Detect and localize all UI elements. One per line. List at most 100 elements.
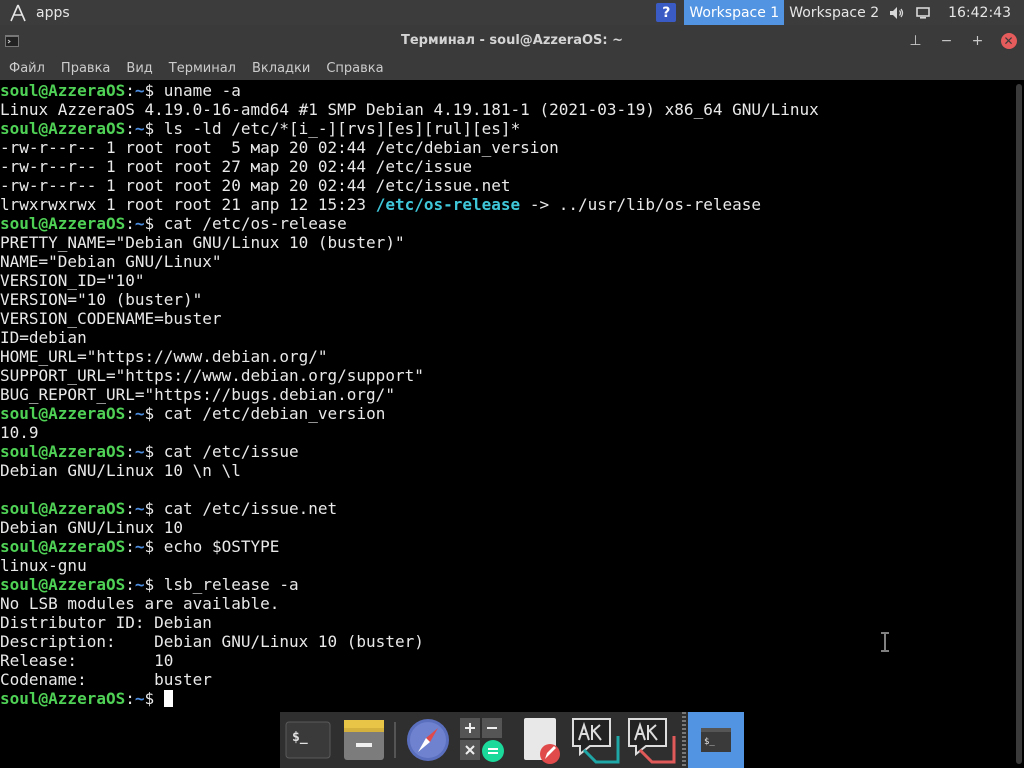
terminal-output-line: -rw-r--r-- 1 root root 5 мар 20 02:44 /e… — [0, 138, 1014, 157]
display-icon[interactable] — [910, 0, 936, 25]
output-text: linux-gnu — [0, 556, 87, 575]
prompt-path: ~ — [134, 404, 145, 423]
terminal-output-line: BUG_REPORT_URL="https://bugs.debian.org/… — [0, 385, 1014, 404]
prompt-symbol: $ — [144, 575, 164, 594]
file-manager-icon[interactable] — [340, 716, 388, 768]
prompt-separator: : — [125, 81, 135, 100]
terminal-output-line: lrwxrwxrwx 1 root root 21 апр 12 15:23 /… — [0, 195, 1014, 214]
dock-handle[interactable] — [682, 712, 686, 768]
output-text: ID=debian — [0, 328, 87, 347]
text-editor-icon[interactable] — [518, 716, 566, 768]
web-browser-icon[interactable] — [404, 716, 452, 768]
menu-edit[interactable]: Правка — [61, 61, 110, 76]
menu-terminal[interactable]: Терминал — [169, 61, 236, 76]
terminal-scrollbar[interactable] — [1014, 80, 1024, 768]
output-text: -rw-r--r-- 1 root root 27 мар 20 02:44 /… — [0, 157, 473, 176]
dock: $_ $_ — [280, 712, 744, 768]
prompt-separator: : — [125, 537, 135, 556]
terminal-prompt-line: soul@AzzeraOS:~$ — [0, 689, 1014, 708]
output-text: BUG_REPORT_URL="https://bugs.debian.org/… — [0, 385, 395, 404]
prompt-command: cat /etc/os-release — [163, 214, 347, 233]
prompt-path: ~ — [134, 214, 145, 233]
clock[interactable]: 16:42:43 — [936, 5, 1024, 21]
prompt-separator: : — [125, 214, 135, 233]
terminal-lines: soul@AzzeraOS:~$ uname -a Linux AzzeraOS … — [0, 80, 1014, 708]
output-text: HOME_URL="https://www.debian.org/" — [0, 347, 328, 366]
menu-help[interactable]: Справка — [326, 61, 383, 76]
close-icon: ✕ — [1000, 33, 1017, 49]
output-text: NAME="Debian GNU/Linux" — [0, 252, 222, 271]
terminal-output-line: linux-gnu — [0, 556, 1014, 575]
prompt-path: ~ — [134, 689, 145, 708]
window-minimize-button[interactable]: − — [931, 25, 962, 57]
help-icon[interactable]: ? — [656, 3, 677, 22]
prompt-symbol: $ — [144, 214, 164, 233]
output-text: VERSION="10 (buster)" — [0, 290, 203, 309]
prompt-user: soul@AzzeraOS — [0, 499, 126, 518]
terminal-prompt-line: soul@AzzeraOS:~$ cat /etc/os-release — [0, 214, 1014, 233]
terminal-prompt-line: soul@AzzeraOS:~$ lsb_release -a — [0, 575, 1014, 594]
output-text: Debian GNU/Linux 10 — [0, 518, 184, 537]
calculator-icon[interactable] — [458, 716, 506, 768]
prompt-command: cat /etc/issue — [163, 442, 299, 461]
chat-app-2-icon[interactable] — [626, 716, 678, 768]
window-titlebar[interactable]: Терминал - soul@AzzeraOS: ~ ⊥ − + ✕ — [0, 25, 1024, 57]
terminal-output-line: Debian GNU/Linux 10 — [0, 518, 1014, 537]
terminal-output-line: NAME="Debian GNU/Linux" — [0, 252, 1014, 271]
terminal-output-line: Description: Debian GNU/Linux 10 (buster… — [0, 632, 1014, 651]
prompt-symbol: $ — [144, 537, 164, 556]
volume-icon[interactable] — [884, 0, 910, 25]
window-maximize-button[interactable]: + — [962, 25, 993, 57]
window-shade-button[interactable]: ⊥ — [900, 25, 931, 57]
active-terminal-icon[interactable]: $_ — [696, 724, 736, 760]
prompt-path: ~ — [134, 575, 145, 594]
terminal-output-line: HOME_URL="https://www.debian.org/" — [0, 347, 1014, 366]
prompt-command: lsb_release -a — [163, 575, 299, 594]
chat-app-icon[interactable] — [570, 716, 622, 768]
prompt-user: soul@AzzeraOS — [0, 81, 126, 100]
output-text: Debian GNU/Linux 10 \n \l — [0, 461, 241, 480]
prompt-separator: : — [125, 404, 135, 423]
menu-view[interactable]: Вид — [126, 61, 152, 76]
prompt-separator: : — [125, 689, 135, 708]
terminal-output-line: No LSB modules are available. — [0, 594, 1014, 613]
terminal-output-line: PRETTY_NAME="Debian GNU/Linux 10 (buster… — [0, 233, 1014, 252]
output-text: Description: Debian GNU/Linux 10 (buster… — [0, 632, 424, 651]
terminal-icon[interactable]: $_ — [284, 716, 332, 768]
output-text: -rw-r--r-- 1 root root 20 мар 20 02:44 /… — [0, 176, 511, 195]
output-text: lrwxrwxrwx 1 root root 21 апр 12 15:23 — [0, 195, 376, 214]
prompt-command: echo $OSTYPE — [163, 537, 280, 556]
terminal-output-line: Linux AzzeraOS 4.19.0-16-amd64 #1 SMP De… — [0, 100, 1014, 119]
prompt-command: uname -a — [163, 81, 241, 100]
window-title: Терминал - soul@AzzeraOS: ~ — [400, 33, 624, 48]
apps-menu[interactable]: apps — [8, 0, 70, 25]
terminal-output-line: Distributor ID: Debian — [0, 613, 1014, 632]
output-text: -rw-r--r-- 1 root root 5 мар 20 02:44 /e… — [0, 138, 559, 157]
output-text: PRETTY_NAME="Debian GNU/Linux 10 (buster… — [0, 233, 405, 252]
workspace-2-button[interactable]: Workspace 2 — [784, 0, 884, 25]
window-close-button[interactable]: ✕ — [993, 25, 1024, 57]
prompt-user: soul@AzzeraOS — [0, 537, 126, 556]
prompt-separator: : — [125, 119, 135, 138]
active-terminal-glyph: $_ — [704, 737, 715, 747]
terminal-output-line: VERSION_CODENAME=buster — [0, 309, 1014, 328]
prompt-command: cat /etc/debian_version — [163, 404, 386, 423]
symlink-name: /etc/os-release — [375, 195, 521, 214]
menu-tabs[interactable]: Вкладки — [252, 61, 310, 76]
workspace-1-button[interactable]: Workspace 1 — [684, 0, 785, 25]
top-panel: apps ? Workspace 1 Workspace 2 16:42:43 — [0, 0, 1024, 25]
terminal-output-line: VERSION_ID="10" — [0, 271, 1014, 290]
prompt-separator: : — [125, 575, 135, 594]
scrollbar-thumb[interactable] — [1016, 84, 1022, 764]
symlink-target: -> ../usr/lib/os-release — [520, 195, 762, 214]
terminal-prompt-line: soul@AzzeraOS:~$ echo $OSTYPE — [0, 537, 1014, 556]
prompt-command: cat /etc/issue.net — [163, 499, 338, 518]
prompt-symbol: $ — [144, 404, 164, 423]
menu-file[interactable]: Файл — [9, 61, 45, 76]
terminal-output-line: Debian GNU/Linux 10 \n \l — [0, 461, 1014, 480]
terminal-output-line: -rw-r--r-- 1 root root 20 мар 20 02:44 /… — [0, 176, 1014, 195]
output-text: Codename: buster — [0, 670, 212, 689]
terminal-output[interactable]: soul@AzzeraOS:~$ uname -a Linux AzzeraOS … — [0, 80, 1014, 768]
output-text: VERSION_ID="10" — [0, 271, 145, 290]
